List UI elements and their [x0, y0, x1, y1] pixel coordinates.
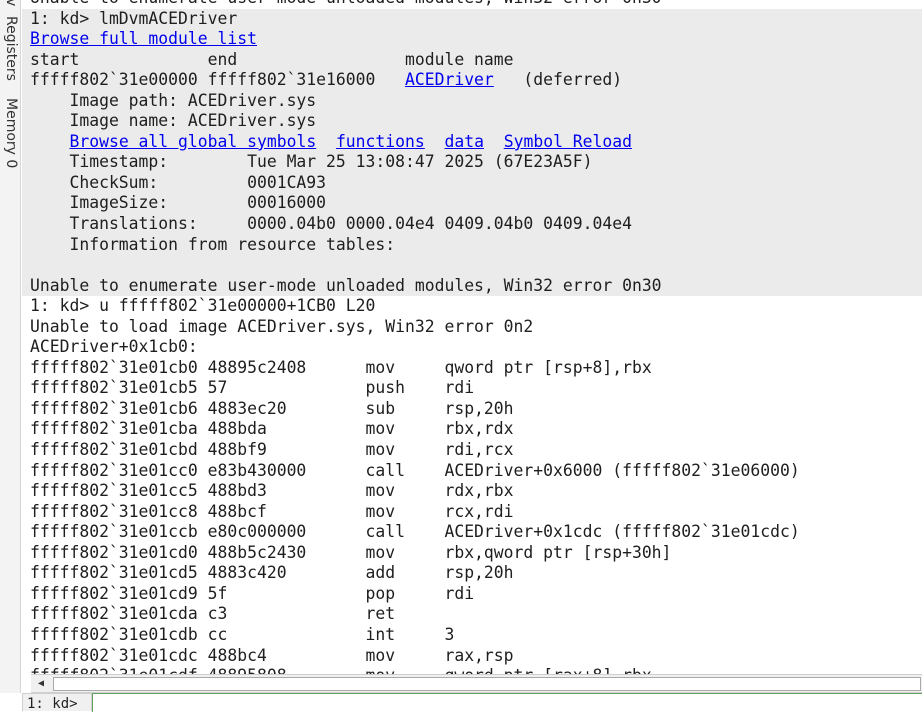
- output-line: Unable to load image ACEDriver.sys, Win3…: [30, 316, 534, 336]
- output-line: fffff802`31e01cc0 e83b430000 call ACEDri…: [30, 460, 800, 480]
- output-line: fffff802`31e01cd0 488b5c2430 mov rbx,qwo…: [30, 542, 672, 562]
- output-line: fffff802`31e01cdb cc int 3: [30, 624, 455, 644]
- output-line: Browse all global symbols functions data…: [22, 131, 922, 153]
- output-line: Image name: ACEDriver.sys: [22, 111, 922, 132]
- output-line: fffff802`31e01cc5 488bd3 mov rdx,rbx: [30, 481, 514, 501]
- output-lines: Unable to enumerate user-mode unloaded m…: [22, 0, 922, 674]
- output-link[interactable]: ACEDriver: [405, 70, 494, 89]
- output-line: fffff802`31e00000 fffff802`31e16000 ACED…: [22, 70, 922, 91]
- scroll-thumb[interactable]: [53, 677, 921, 691]
- output-link[interactable]: data: [445, 132, 484, 151]
- output-line: fffff802`31e01cba 488bda mov rbx,rdx: [30, 419, 514, 439]
- output-text: (deferred): [493, 70, 623, 90]
- output-line: Unable to enumerate user-mode unloaded m…: [22, 275, 922, 297]
- output-line: fffff802`31e01cbd 488bf9 mov rdi,rcx: [30, 440, 514, 460]
- output-line: Unable to enumerate user-mode unloaded m…: [22, 0, 922, 9]
- command-input[interactable]: [92, 693, 922, 712]
- output-line: fffff802`31e01cb0 48895c2408 mov qword p…: [30, 357, 652, 377]
- output-link[interactable]: functions: [336, 132, 425, 151]
- output-line: ACEDriver+0x1cb0:: [30, 337, 198, 357]
- output-line: start end module name: [22, 49, 922, 71]
- output-line: Browse full module list: [22, 29, 922, 50]
- command-bar: 1: kd>: [0, 693, 922, 712]
- output-text: fffff802`31e00000 fffff802`31e16000: [30, 70, 405, 90]
- tab-v[interactable]: v: [1, 0, 19, 6]
- output-line: fffff802`31e01cd9 5f pop rdi: [30, 583, 475, 603]
- output-line: fffff802`31e01cb6 4883ec20 sub rsp,20h: [30, 398, 514, 418]
- side-tab-strip: v Registers Memory 0: [0, 0, 21, 700]
- output-link[interactable]: Symbol Reload: [504, 132, 632, 151]
- output-line: fffff802`31e01cdc 488bc4 mov rax,rsp: [30, 645, 514, 665]
- output-line: fffff802`31e01cdf 48895808 mov qword ptr…: [22, 666, 922, 674]
- output-line: fffff802`31e01cda c3 ret: [30, 604, 396, 624]
- output-link[interactable]: Browse all global symbols: [69, 132, 316, 151]
- command-output-pane: Unable to enumerate user-mode unloaded m…: [22, 0, 922, 674]
- output-line: 1: kd> lmDvmACEDriver: [22, 8, 922, 30]
- tab-registers[interactable]: Registers: [1, 16, 19, 81]
- output-line: fffff802`31e01cc8 488bcf mov rcx,rdi: [30, 501, 514, 521]
- output-line: Timestamp: Tue Mar 25 13:08:47 2025 (67E…: [22, 152, 922, 173]
- output-line: ImageSize: 00016000: [22, 193, 922, 215]
- output-line: fffff802`31e01cb5 57 push rdi: [30, 378, 475, 398]
- output-line: fffff802`31e01cd5 4883c420 add rsp,20h: [30, 563, 514, 583]
- scroll-left-arrow-icon[interactable]: ◀: [31, 675, 51, 692]
- horizontal-scrollbar[interactable]: ◀: [31, 674, 922, 693]
- output-line: CheckSum: 0001CA93: [22, 172, 922, 194]
- output-line: Information from resource tables:: [22, 234, 922, 256]
- command-prompt-label: 1: kd>: [22, 693, 92, 711]
- output-line: fffff802`31e01ccb e80c000000 call ACEDri…: [30, 522, 800, 542]
- output-line: Image path: ACEDriver.sys: [22, 90, 922, 112]
- tab-memory[interactable]: Memory 0: [1, 98, 19, 168]
- output-link[interactable]: Browse full module list: [30, 29, 257, 48]
- output-line: 1: kd> u fffff802`31e00000+1CB0 L20: [30, 296, 376, 316]
- output-line: Translations: 0000.04b0 0000.04e4 0409.0…: [22, 214, 922, 235]
- output-line: [22, 255, 922, 276]
